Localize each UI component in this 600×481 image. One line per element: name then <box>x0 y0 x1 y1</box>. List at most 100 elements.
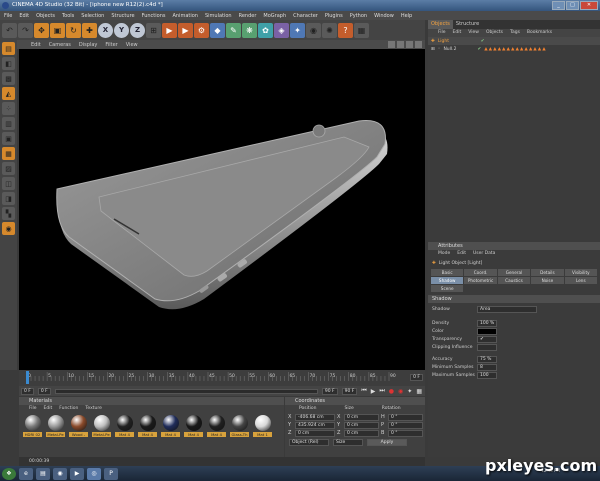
render-picture-icon[interactable]: ▶ <box>178 22 193 38</box>
objects-menu-tags[interactable]: Tags <box>510 29 520 37</box>
rotation-field[interactable]: 0 ° <box>388 413 423 421</box>
material-item[interactable]: Metal-Pe <box>92 415 111 437</box>
timeline-settings-icon[interactable]: ▦ <box>416 388 425 395</box>
scene-icon[interactable]: ✦ <box>290 22 305 38</box>
attribute-tab[interactable]: Scene <box>431 285 464 292</box>
close-button[interactable]: ✕ <box>580 1 598 10</box>
material-item[interactable]: Wood - <box>69 415 88 437</box>
record-icon[interactable]: ● <box>389 388 394 395</box>
expand-icon[interactable]: ⊞ <box>431 47 435 52</box>
viewport-menu-view[interactable]: View <box>126 42 138 48</box>
menu-render[interactable]: Render <box>239 13 257 19</box>
max-frame-field[interactable]: 90 F <box>341 387 358 395</box>
light-icon[interactable]: ✺ <box>322 22 337 38</box>
visibility-check-icon[interactable]: ✔ <box>481 39 485 44</box>
start-frame-field[interactable]: 0 F <box>21 387 34 395</box>
maximize-view-icon[interactable] <box>415 41 422 48</box>
make-editable-icon[interactable]: ▤ <box>2 42 15 55</box>
attribute-value[interactable]: 75 % <box>477 355 497 363</box>
current-frame-field[interactable]: 0 F <box>37 387 51 395</box>
layout-icon[interactable]: ▦ <box>354 22 369 38</box>
menu-help[interactable]: Help <box>401 13 412 19</box>
rotation-field[interactable]: 0 ° <box>388 429 423 437</box>
ie-icon[interactable]: e <box>19 467 33 480</box>
attribute-tab[interactable]: Shadow <box>431 277 464 284</box>
sculpt-icon[interactable]: ◉ <box>2 222 15 235</box>
menu-objects[interactable]: Objects <box>36 13 55 19</box>
coord-mode-select[interactable]: Object (Rel) <box>289 439 329 446</box>
menu-window[interactable]: Window <box>374 13 394 19</box>
attribute-value[interactable] <box>477 343 497 351</box>
cinema4d-task-icon[interactable]: ◎ <box>87 467 101 480</box>
object-row-null[interactable]: ⊞ ◦ Null.2 ✔ ▲▲▲▲▲▲▲▲▲▲▲▲▲▲ <box>428 45 600 53</box>
object-row-light[interactable]: ✚ Light ✔ <box>428 37 600 45</box>
enable-axis-icon[interactable]: ▦ <box>2 147 15 160</box>
playhead[interactable] <box>26 371 29 384</box>
attribute-value[interactable]: ✔ <box>477 335 497 343</box>
tab-objects[interactable]: Objects <box>428 20 453 29</box>
position-field[interactable]: -406.68 cm <box>295 413 335 421</box>
deformer-icon[interactable]: ◈ <box>274 22 289 38</box>
scale-tool-icon[interactable]: ▣ <box>50 22 65 38</box>
size-field[interactable]: 0 cm <box>344 429 379 437</box>
render-settings-icon[interactable]: ⚙ <box>194 22 209 38</box>
apply-button[interactable]: Apply <box>367 439 407 446</box>
objects-menu-objects[interactable]: Objects <box>486 29 503 37</box>
attribute-value[interactable] <box>477 327 497 335</box>
start-button-icon[interactable]: ❖ <box>2 467 16 480</box>
material-item[interactable]: Mat 4 <box>161 415 180 437</box>
position-field[interactable]: 435.924 cm <box>295 421 335 429</box>
attributes-menu-edit[interactable]: Edit <box>457 250 466 258</box>
viewport-menu-edit[interactable]: Edit <box>31 42 41 48</box>
menu-animation[interactable]: Animation <box>172 13 198 19</box>
attribute-value[interactable]: 8 <box>477 363 497 371</box>
attribute-tab[interactable]: Details <box>531 269 564 276</box>
rotate-tool-icon[interactable]: ↻ <box>66 22 81 38</box>
media-icon[interactable]: ▶ <box>70 467 84 480</box>
size-field[interactable]: 0 cm <box>344 413 379 421</box>
x-axis-icon[interactable]: X <box>98 22 113 38</box>
size-field[interactable]: 0 cm <box>344 421 379 429</box>
minimize-button[interactable]: _ <box>552 1 565 10</box>
objects-menu-view[interactable]: View <box>468 29 479 37</box>
materials-menu-file[interactable]: File <box>29 405 37 413</box>
menu-tools[interactable]: Tools <box>62 13 74 19</box>
timeline[interactable]: 0 5 10 15 20 25 30 35 40 45 50 55 60 65 70 75 80 85 90 0 F <box>19 370 425 386</box>
attribute-tab[interactable]: Noise <box>531 277 564 284</box>
attribute-tab[interactable]: Lens <box>564 277 597 284</box>
model-mode-icon[interactable]: ◧ <box>2 57 15 70</box>
attribute-tab[interactable]: Visibility <box>564 269 597 276</box>
end-frame-field[interactable]: 90 F <box>321 387 338 395</box>
checker-icon[interactable]: ▚ <box>2 207 15 220</box>
viewport-menu-display[interactable]: Display <box>79 42 97 48</box>
help-search-icon[interactable]: ? <box>338 22 353 38</box>
menu-character[interactable]: Character <box>293 13 318 19</box>
maximize-button[interactable]: □ <box>566 1 579 10</box>
viewport[interactable] <box>19 49 425 370</box>
frame-range-slider[interactable] <box>54 388 318 394</box>
viewport-menu-cameras[interactable]: Cameras <box>49 42 71 48</box>
edges-mode-icon[interactable]: ▥ <box>2 117 15 130</box>
autokey-icon[interactable]: ◉ <box>398 388 403 395</box>
attribute-value[interactable]: 100 <box>477 371 497 379</box>
material-item[interactable]: HDRI 02 <box>23 415 42 437</box>
cube-icon[interactable]: ◆ <box>210 22 225 38</box>
explorer-icon[interactable]: ▤ <box>36 467 50 480</box>
objects-menu-bookmarks[interactable]: Bookmarks <box>527 29 552 37</box>
visibility-check-icon[interactable]: ✔ <box>477 47 481 52</box>
polygons-mode-icon[interactable]: ▣ <box>2 132 15 145</box>
goto-start-icon[interactable]: ⏮ <box>361 387 366 395</box>
z-axis-icon[interactable]: Z <box>130 22 145 38</box>
materials-menu-edit[interactable]: Edit <box>44 405 53 413</box>
array-icon[interactable]: ✿ <box>258 22 273 38</box>
materials-menu-function[interactable]: Function <box>59 405 78 413</box>
pan-icon[interactable] <box>388 41 395 48</box>
redo-icon[interactable]: ↷ <box>18 22 33 38</box>
menu-edit[interactable]: Edit <box>19 13 29 19</box>
menu-file[interactable]: File <box>4 13 12 19</box>
keyframe-icon[interactable]: ✦ <box>407 388 412 395</box>
viewport-menu-filter[interactable]: Filter <box>105 42 117 48</box>
menu-structure[interactable]: Structure <box>111 13 134 19</box>
undo-icon[interactable]: ↶ <box>2 22 17 38</box>
size-mode-select[interactable]: Size <box>333 439 363 446</box>
